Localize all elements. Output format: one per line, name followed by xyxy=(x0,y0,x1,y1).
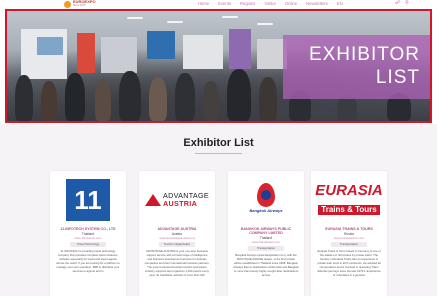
exhibitor-name[interactable]: ADVANTAGE AUSTRIA xyxy=(143,227,211,231)
globe-icon[interactable]: ☍ xyxy=(395,1,400,6)
booth-screen xyxy=(37,37,63,55)
exhibitor-description: 11 INFOTECH is a leading travel technolo… xyxy=(56,249,120,273)
visitor-figure xyxy=(41,81,57,121)
exhibitor-url[interactable]: www.11infotech.com xyxy=(54,236,122,240)
nav-item-language[interactable]: EN xyxy=(337,1,343,6)
exhibitor-description: Bangkok Airways (www.bangkokair.com), wi… xyxy=(233,253,299,277)
exhibitor-url[interactable]: www.eurasiatours.com xyxy=(315,236,383,240)
exhibitor-logo[interactable]: Bangkok Airways xyxy=(228,177,304,223)
site-logo[interactable]: EUROEXPO Since 1975 xyxy=(64,0,102,8)
exhibitor-url[interactable]: www.advantageaustria.org xyxy=(143,236,211,240)
top-nav: EUROEXPO Since 1975 Home Events Regions … xyxy=(0,0,437,9)
hero-title-line2: LIST xyxy=(375,67,420,88)
exhibitor-url[interactable]: www.bangkokair.com xyxy=(232,240,300,244)
exhibitor-card[interactable]: Bangkok Airways BANGKOK AIRWAYS PUBLIC C… xyxy=(228,171,304,296)
section-title: Exhibitor List xyxy=(183,137,254,149)
logo-subtext: Since 1975 xyxy=(73,4,86,7)
exhibitor-description: Eurasia Trains & Tours based in Germany … xyxy=(317,249,381,277)
logo-mark-icon xyxy=(64,1,71,8)
booth-panel xyxy=(183,35,223,69)
nav-icon-group: ☍ ⚲ xyxy=(395,1,409,6)
exhibitor-card[interactable]: EURASIA Trains & Tours EURASIA TRAINS & … xyxy=(311,171,387,296)
exhibitor-category: Travel Technology xyxy=(70,242,106,247)
exhibitor-card[interactable]: 11 11-INFOTECH SYSTEM CO., LTD Thailand … xyxy=(50,171,126,296)
visitor-figure xyxy=(259,77,277,121)
visitor-figure xyxy=(95,79,111,121)
visitor-figure xyxy=(203,81,219,121)
nav-item-regions[interactable]: Regions xyxy=(240,1,255,6)
exhibitor-category: Tourism Organization xyxy=(159,242,195,247)
visitor-figure xyxy=(175,73,195,121)
section-divider xyxy=(195,153,242,154)
visitor-figure xyxy=(119,71,141,121)
main-menu: Home Events Regions Visitor Online Newsl… xyxy=(198,1,343,6)
nav-item-events[interactable]: Events xyxy=(218,1,231,6)
exhibitor-name[interactable]: BANGKOK AIRWAYS PUBLIC COMPANY LIMITED xyxy=(232,227,300,236)
nav-item-visitor[interactable]: Visitor xyxy=(264,1,276,6)
exhibitor-name[interactable]: 11-INFOTECH SYSTEM CO., LTD xyxy=(54,227,122,231)
booth-banner-purple xyxy=(229,29,251,69)
nav-item-newsletters[interactable]: Newsletters xyxy=(306,1,328,6)
hero-banner: EXHIBITOR LIST xyxy=(5,9,432,123)
nav-item-home[interactable]: Home xyxy=(198,1,209,6)
11-logo-icon: 11 xyxy=(66,179,110,221)
logo-wordmark: Bangkok Airways xyxy=(249,208,283,213)
advantage-austria-logo-icon: ADVANTAGE AUSTRIA xyxy=(145,192,209,208)
ceiling-light xyxy=(257,23,273,25)
logo-wordmark-line2: Trains & Tours xyxy=(318,205,380,215)
exhibitor-logo[interactable]: ADVANTAGE AUSTRIA xyxy=(139,177,215,223)
hero-title: EXHIBITOR LIST xyxy=(309,43,420,89)
exhibitor-name[interactable]: EURASIA TRAINS & TOURS xyxy=(315,227,383,231)
booth-banner-red xyxy=(77,33,95,73)
search-icon[interactable]: ⚲ xyxy=(405,1,409,6)
visitor-figure xyxy=(149,77,167,121)
exhibitor-logo[interactable]: EURASIA Trains & Tours xyxy=(311,177,387,223)
bangkok-airways-logo-icon: Bangkok Airways xyxy=(244,180,288,220)
visitor-figure xyxy=(65,73,85,121)
eurasia-logo-icon: EURASIA Trains & Tours xyxy=(315,183,383,217)
exhibitor-logo[interactable]: 11 xyxy=(50,177,126,223)
booth-banner-blue xyxy=(147,31,175,59)
logo-wordmark-line2: AUSTRIA xyxy=(163,199,198,208)
logo-wordmark-line1: EURASIA xyxy=(315,182,383,199)
ceiling-light xyxy=(167,21,183,23)
logo-wordmark: ADVANTAGE AUSTRIA xyxy=(163,192,209,208)
ceiling-light xyxy=(127,17,143,19)
hero-title-band: EXHIBITOR LIST xyxy=(283,35,430,99)
ceiling-light xyxy=(222,16,238,18)
booth-panel xyxy=(101,37,137,73)
visitor-figure xyxy=(227,69,251,121)
visitor-figure xyxy=(15,75,33,121)
exhibitor-card[interactable]: ADVANTAGE AUSTRIA ADVANTAGE AUSTRIA Aust… xyxy=(139,171,215,296)
triangle-icon xyxy=(145,194,162,206)
exhibitor-category: Transportation xyxy=(248,246,284,251)
logo-wing-shape xyxy=(261,190,271,200)
nav-item-online[interactable]: Online xyxy=(285,1,297,6)
exhibitor-description: ADVANTAGE AUSTRIA is your one-stop busin… xyxy=(144,249,210,277)
hero-title-line1: EXHIBITOR xyxy=(308,44,420,65)
exhibitor-category: Transportation xyxy=(331,242,367,247)
